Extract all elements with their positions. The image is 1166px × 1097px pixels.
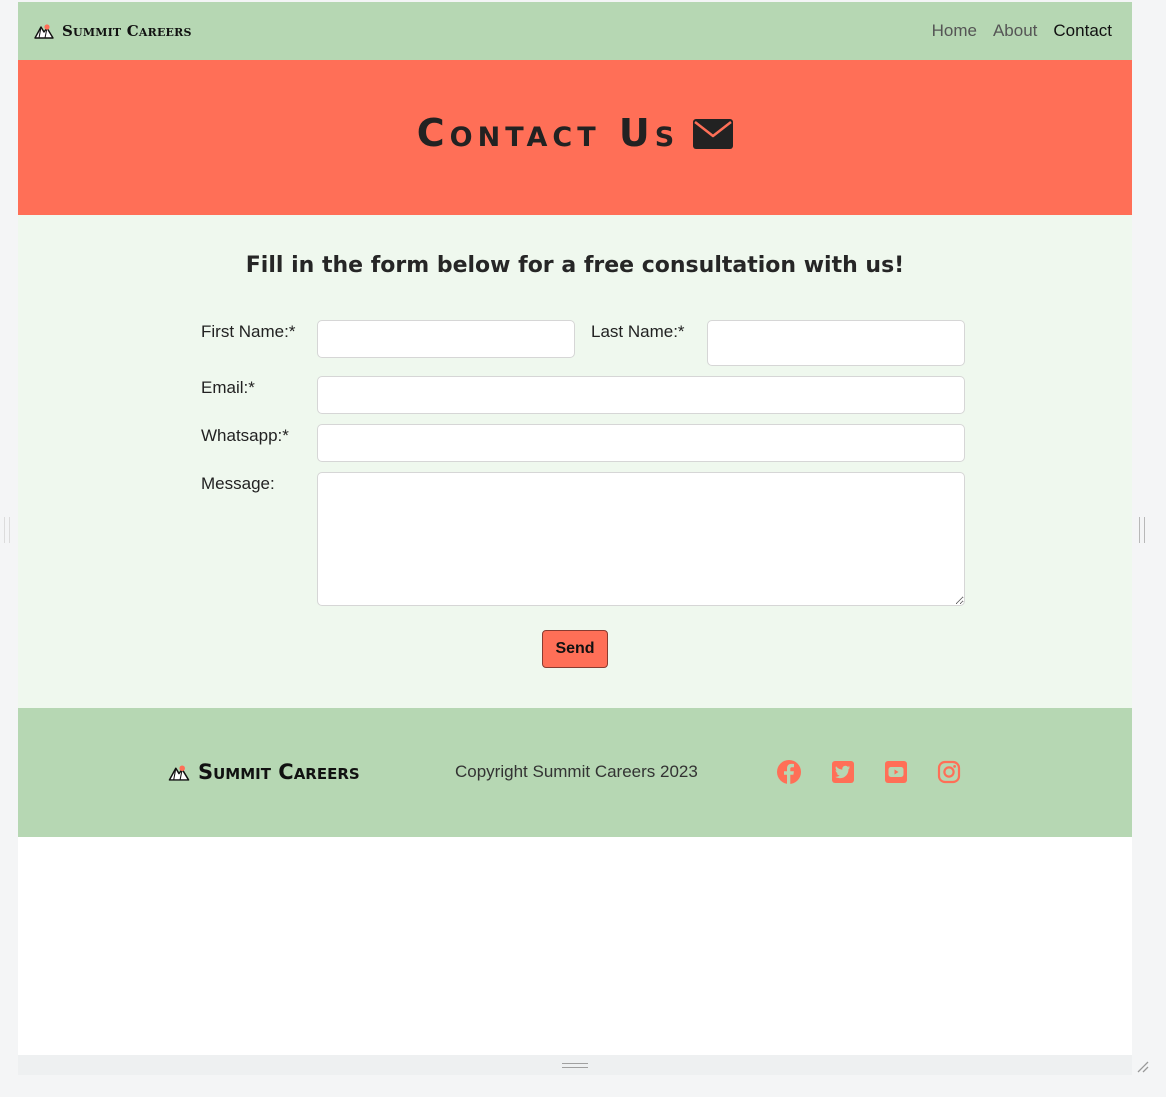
last-name-input[interactable] [707, 320, 965, 366]
footer-brand[interactable]: Summit Careers [168, 760, 360, 784]
whatsapp-input[interactable] [317, 424, 965, 462]
whatsapp-label: Whatsapp:* [201, 426, 289, 445]
first-name-input[interactable] [317, 320, 575, 358]
mountain-logo-icon [168, 764, 190, 781]
nav-link-home[interactable]: Home [932, 21, 977, 41]
email-label: Email:* [201, 378, 255, 397]
nav-links: Home About Contact [932, 21, 1112, 41]
facebook-icon[interactable] [777, 760, 801, 784]
last-name-label: Last Name:* [591, 322, 685, 341]
nav-link-contact[interactable]: Contact [1053, 21, 1112, 41]
message-label: Message: [201, 474, 275, 493]
footer: Summit Careers Copyright Summit Careers … [18, 708, 1132, 837]
copyright-text: Copyright Summit Careers 2023 [455, 762, 698, 781]
footer-brand-name: Summit Careers [198, 760, 360, 784]
form-heading: Fill in the form below for a free consul… [245, 253, 905, 278]
hero-banner: Contact Us [18, 60, 1132, 215]
brand-name: Summit Careers [62, 22, 192, 40]
page-frame: Summit Careers Home About Contact Contac… [18, 2, 1132, 1055]
nav-link-about[interactable]: About [993, 21, 1037, 41]
resize-handle-bottom[interactable] [562, 1063, 588, 1068]
twitter-icon[interactable] [831, 760, 855, 784]
mountain-logo-icon [34, 24, 54, 39]
resize-corner-icon[interactable] [1135, 1059, 1149, 1073]
resize-handle-right[interactable] [1139, 517, 1145, 543]
brand-logo-link[interactable]: Summit Careers [34, 22, 192, 40]
resize-handle-left[interactable] [4, 517, 10, 543]
contact-form-section: Fill in the form below for a free consul… [18, 215, 1132, 708]
send-button[interactable]: Send [542, 630, 608, 668]
first-name-label: First Name:* [201, 322, 296, 341]
message-textarea[interactable] [317, 472, 965, 606]
youtube-icon[interactable] [884, 760, 908, 784]
page-title: Contact Us [416, 110, 680, 155]
email-input[interactable] [317, 376, 965, 414]
resize-bar-bottom [18, 1055, 1132, 1075]
instagram-icon[interactable] [937, 760, 961, 784]
navbar: Summit Careers Home About Contact [18, 2, 1132, 60]
envelope-icon [693, 118, 734, 149]
